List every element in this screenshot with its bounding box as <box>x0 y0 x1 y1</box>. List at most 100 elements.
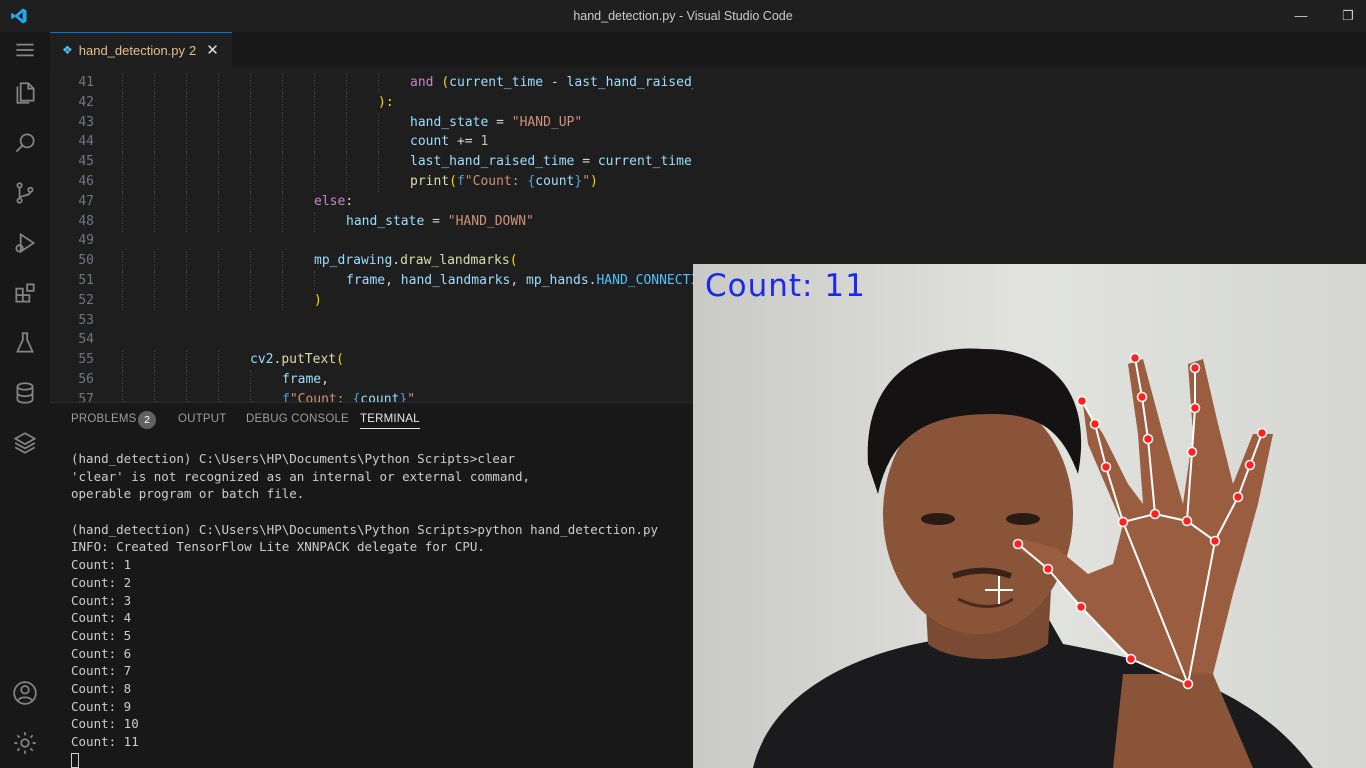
landmark-point <box>1100 461 1112 473</box>
code-text: mp_drawing.draw_landmarks( <box>314 253 518 269</box>
landmark-point <box>1189 362 1201 374</box>
editor-tab-bar: ❖ hand_detection.py 2 ✕ <box>50 32 1366 67</box>
line-number: 55 <box>78 352 94 368</box>
landmark-point <box>1142 433 1154 445</box>
code-line: 43 hand_state = "HAND_UP" <box>50 112 693 133</box>
terminal-line: operable program or batch file. <box>71 486 305 502</box>
landmark-point <box>1117 516 1129 528</box>
terminal-line: Count: 7 <box>71 663 132 679</box>
code-line: 50 mp_drawing.draw_landmarks( <box>50 251 693 272</box>
source-control-icon[interactable] <box>0 173 50 213</box>
terminal-cursor-line <box>71 751 693 768</box>
line-number: 52 <box>78 292 94 308</box>
landmark-point <box>1181 515 1193 527</box>
line-number: 47 <box>78 193 94 209</box>
python-file-icon: ❖ <box>62 43 73 57</box>
terminal-line: Count: 5 <box>71 627 132 643</box>
run-debug-icon[interactable] <box>0 223 50 263</box>
code-line: 51 frame, hand_landmarks, mp_hands.HAND_C… <box>50 271 693 291</box>
terminal[interactable]: (hand_detection) C:\Users\HP\Documents\P… <box>50 438 693 768</box>
tab-hand-detection[interactable]: ❖ hand_detection.py 2 ✕ <box>50 32 232 67</box>
mouse-cursor-crosshair <box>985 576 1013 604</box>
panel-header: PROBLEMS 2 OUTPUT DEBUG CONSOLE TERMINAL <box>50 402 693 438</box>
testing-icon[interactable] <box>0 323 50 363</box>
landmark-point <box>1186 446 1198 458</box>
tab-terminal[interactable]: TERMINAL <box>360 413 420 429</box>
code-text: last_hand_raised_time = current_time <box>410 154 692 170</box>
tab-output[interactable]: OUTPUT <box>178 413 226 425</box>
database-icon[interactable] <box>0 373 50 413</box>
line-number: 42 <box>78 94 94 110</box>
landmark-point <box>1089 418 1101 430</box>
code-line: 55 cv2.putText( <box>50 350 693 371</box>
code-text: print(f"Count: {count}") <box>410 174 598 189</box>
vscode-logo-icon <box>11 8 27 24</box>
terminal-line: Count: 8 <box>71 680 132 696</box>
activity-bar <box>0 32 50 768</box>
terminal-line: Count: 2 <box>71 574 132 590</box>
code-line: 45 last_hand_raised_time = current_time <box>50 152 693 173</box>
problems-count-badge: 2 <box>138 411 156 429</box>
menu-icon[interactable] <box>0 30 50 70</box>
code-line: 49 <box>50 231 693 251</box>
minimize-button[interactable]: — <box>1291 6 1311 26</box>
code-line: 56 frame, <box>50 370 693 390</box>
window-title: hand_detection.py - Visual Studio Code <box>573 9 793 23</box>
webcam-window: Count: 11 <box>693 264 1366 768</box>
tab-problem-badge: 2 <box>189 42 197 58</box>
line-number: 41 <box>78 75 94 90</box>
landmark-point <box>1075 601 1087 613</box>
line-number: 46 <box>78 174 94 189</box>
code-text: frame, hand_landmarks, mp_hands.HAND_CON… <box>346 273 693 288</box>
tab-problems[interactable]: PROBLEMS <box>71 413 137 425</box>
line-number: 51 <box>78 273 94 288</box>
terminal-line: Count: 10 <box>71 716 139 732</box>
settings-gear-icon[interactable] <box>0 723 50 763</box>
terminal-line: Count: 1 <box>71 557 132 573</box>
code-line: 47 else: <box>50 191 693 212</box>
code-text: cv2.putText( <box>250 352 344 368</box>
tab-debug-console[interactable]: DEBUG CONSOLE <box>246 413 349 425</box>
code-text: ): <box>378 94 394 110</box>
landmark-point <box>1256 427 1268 439</box>
explorer-icon[interactable] <box>0 73 50 113</box>
landmark-point <box>1076 395 1088 407</box>
close-icon[interactable]: ✕ <box>206 41 219 59</box>
code-text: f"Count: {count}" <box>282 391 416 402</box>
restore-button[interactable]: ❐ <box>1338 6 1358 26</box>
line-number: 54 <box>78 332 94 348</box>
line-number: 53 <box>78 312 94 328</box>
landmark-point <box>1209 535 1221 547</box>
terminal-line: 'clear' is not recognized as an internal… <box>71 468 531 484</box>
line-number: 56 <box>78 372 94 387</box>
code-text: count += 1 <box>410 134 489 150</box>
tab-filename: hand_detection.py <box>78 42 186 58</box>
landmark-point <box>1012 538 1024 550</box>
terminal-cursor <box>71 752 79 768</box>
line-number: 43 <box>78 114 94 130</box>
line-number: 49 <box>78 233 94 249</box>
code-line: 54 <box>50 330 693 350</box>
landmark-point <box>1182 678 1194 690</box>
code-line: 57 f"Count: {count}" <box>50 389 693 402</box>
code-editor[interactable]: 41 and (current_time - last_hand_raised_t… <box>50 67 693 402</box>
search-icon[interactable] <box>0 123 50 163</box>
code-line: 41 and (current_time - last_hand_raised_t… <box>50 73 693 93</box>
terminal-line: (hand_detection) C:\Users\HP\Documents\P… <box>71 451 516 466</box>
layers-icon[interactable] <box>0 423 50 463</box>
code-line: 52) <box>50 290 693 311</box>
code-line: 44 count += 1 <box>50 132 693 153</box>
code-line: 48 hand_state = "HAND_DOWN" <box>50 211 693 232</box>
line-number: 45 <box>78 154 94 170</box>
landmark-point <box>1244 459 1256 471</box>
extensions-icon[interactable] <box>0 273 50 313</box>
landmark-point <box>1136 391 1148 403</box>
account-icon[interactable] <box>0 673 50 713</box>
line-number: 48 <box>78 213 94 229</box>
code-line: 46 print(f"Count: {count}") <box>50 172 693 192</box>
landmark-point <box>1232 491 1244 503</box>
camera-count-overlay: Count: 11 <box>705 268 866 304</box>
landmark-point <box>1125 653 1137 665</box>
line-number: 50 <box>78 253 94 269</box>
